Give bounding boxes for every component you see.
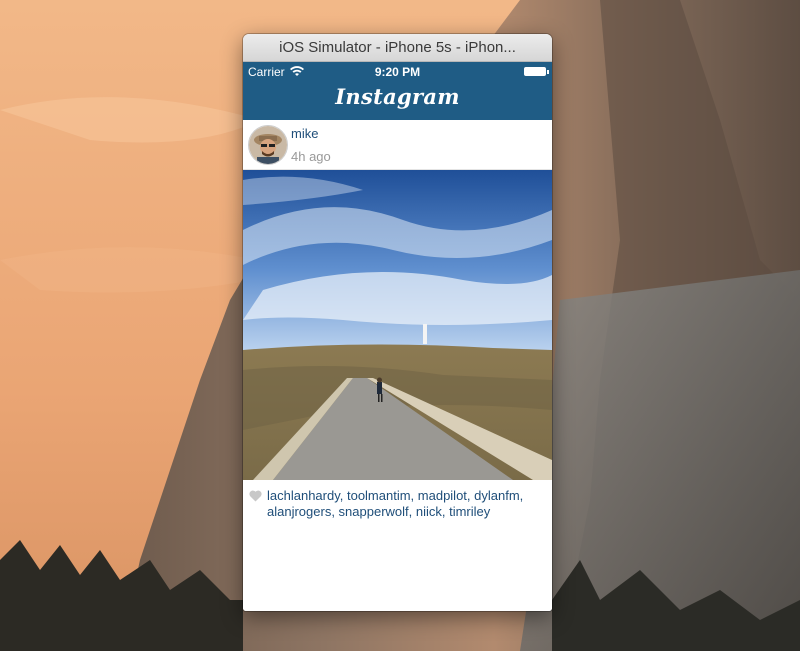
avatar-image (249, 126, 287, 164)
window-title-bar[interactable]: iOS Simulator - iPhone 5s - iPhon... (243, 34, 552, 62)
device-screen: Carrier 9:20 PM Instagram mike 4h ago la… (243, 62, 552, 611)
post-header: mike 4h ago (243, 120, 552, 170)
post-timestamp: 4h ago (291, 149, 331, 164)
window-title: iOS Simulator - iPhone 5s - iPhon... (279, 39, 516, 56)
navigation-bar: Carrier 9:20 PM Instagram (243, 62, 552, 120)
status-time: 9:20 PM (374, 65, 421, 79)
battery-tip (547, 70, 549, 74)
post-username[interactable]: mike (291, 126, 318, 141)
battery-icon (524, 67, 546, 76)
likes-section: lachlanhardy, toolmantim, madpilot, dyla… (243, 480, 552, 520)
status-bar: Carrier 9:20 PM (243, 62, 552, 82)
likes-list[interactable]: lachlanhardy, toolmantim, madpilot, dyla… (267, 488, 523, 519)
post-photo[interactable] (243, 170, 552, 480)
app-title: Instagram (335, 84, 460, 109)
avatar[interactable] (248, 125, 288, 165)
simulator-window: iOS Simulator - iPhone 5s - iPhon... Car… (243, 34, 552, 611)
heart-icon[interactable] (249, 490, 262, 502)
